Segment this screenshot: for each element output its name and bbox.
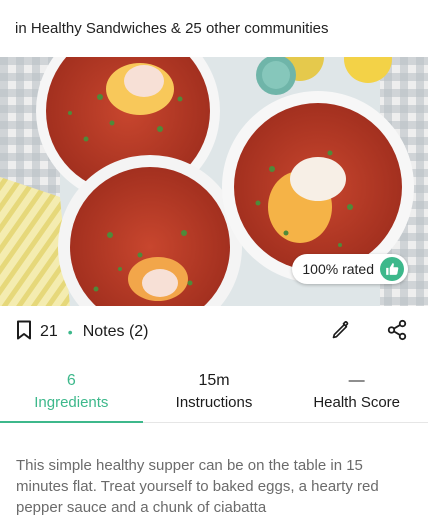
thumbs-up-icon [380,257,404,281]
ingredients-count: 6 [66,371,76,389]
separator-dot: • [67,324,73,340]
tab-instructions-label: Instructions [175,393,253,411]
tab-instructions[interactable]: 15m Instructions [143,358,286,422]
bookmark-icon [16,320,32,345]
health-score-value: — [348,371,365,389]
instructions-time: 15m [198,371,230,389]
tab-health-score[interactable]: — Health Score [285,358,428,422]
edit-button[interactable] [326,317,356,347]
tab-ingredients[interactable]: 6 Ingredients [0,358,143,423]
tab-ingredients-label: Ingredients [34,393,109,411]
pencil-icon [331,320,351,345]
rating-label: 100% rated [302,261,374,277]
recipe-description: This simple healthy supper can be on the… [16,457,379,516]
share-icon [386,319,408,346]
recipe-hero-image: 100% rated [0,57,428,306]
save-button[interactable]: 21 [16,320,58,345]
notes-link[interactable]: Notes (2) [83,323,149,341]
rating-badge[interactable]: 100% rated [292,254,408,284]
tab-health-score-label: Health Score [313,393,401,411]
recipe-tabs: 6 Ingredients 15m Instructions — Health … [0,358,428,423]
save-count: 21 [40,323,58,340]
communities-line[interactable]: in Healthy Sandwiches & 25 other communi… [0,0,428,57]
share-button[interactable] [382,317,412,347]
